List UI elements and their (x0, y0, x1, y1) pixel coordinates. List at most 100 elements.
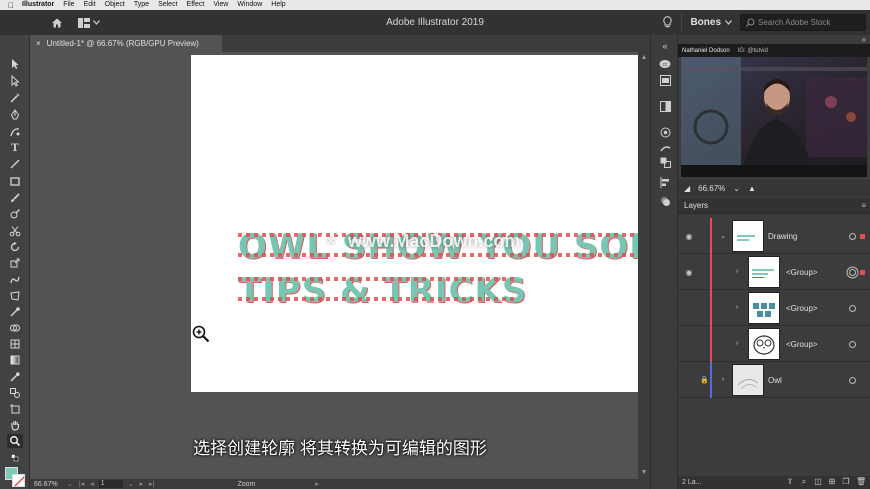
status-menu-icon[interactable]: ▸ (315, 480, 319, 488)
eye-icon[interactable]: ◉ (684, 268, 694, 277)
zoom-dropdown-icon[interactable]: ⌄ (67, 480, 73, 488)
magic-wand-icon[interactable] (7, 91, 23, 105)
menu-type[interactable]: Type (134, 0, 149, 10)
menu-edit[interactable]: Edit (84, 0, 96, 10)
collapse-panels-icon[interactable]: « (658, 39, 672, 52)
selection-indicator[interactable] (860, 234, 865, 239)
warp-tool-icon[interactable] (7, 273, 23, 287)
libraries-icon[interactable]: cc (658, 57, 672, 70)
pathfinder-icon[interactable] (658, 156, 672, 169)
artboard[interactable]: OWL SHOW YOU SOM TIPS & TRICKS (191, 55, 638, 392)
brushes-icon[interactable] (658, 142, 672, 155)
scroll-up-icon[interactable]: ▲ (640, 54, 648, 62)
layer-row-owl[interactable]: 🔒 › Owl (678, 362, 870, 398)
target-circle-icon[interactable] (849, 305, 856, 312)
clipping-mask-icon[interactable]: ◫ (814, 478, 822, 486)
arrange-documents-button[interactable] (78, 17, 100, 28)
target-circle-icon[interactable] (849, 341, 856, 348)
eye-icon[interactable]: ◉ (684, 232, 694, 241)
chevron-down-icon[interactable]: ⌄ (719, 232, 727, 240)
appearance-icon[interactable] (658, 195, 672, 208)
puppet-warp-tool-icon[interactable] (7, 305, 23, 319)
artboard-tool-icon[interactable] (7, 402, 23, 416)
chevron-down-icon[interactable]: ⌄ (733, 184, 740, 193)
type-tool-icon[interactable]: T (7, 141, 23, 155)
new-layer-icon[interactable]: ❐ (842, 478, 850, 486)
workspace-switcher[interactable]: Bones (681, 13, 732, 31)
document-tab[interactable]: × Untitled-1* @ 66.67% (RGB/GPU Preview) (30, 35, 222, 52)
zoom-level-field[interactable]: 66.67% (34, 481, 64, 488)
free-transform-tool-icon[interactable] (7, 289, 23, 303)
menu-file[interactable]: File (63, 0, 74, 10)
rotate-tool-icon[interactable] (7, 240, 23, 254)
navigator-zoom-value[interactable]: 66.67% (698, 184, 725, 193)
stroke-color-swatch[interactable] (12, 474, 25, 487)
default-colors-icon[interactable] (7, 453, 23, 463)
target-circle-icon[interactable] (849, 377, 856, 384)
prev-artboard-icon[interactable]: ◂ (90, 480, 94, 488)
pen-tool-icon[interactable] (7, 108, 23, 122)
layer-name[interactable]: Owl (768, 376, 782, 385)
hand-tool-icon[interactable] (7, 418, 23, 432)
rectangle-tool-icon[interactable] (7, 174, 23, 188)
menu-effect[interactable]: Effect (187, 0, 205, 10)
align-icon[interactable] (658, 176, 672, 189)
scissors-tool-icon[interactable] (7, 224, 23, 238)
layer-row-drawing[interactable]: ◉ ⌄ Drawing (678, 218, 870, 254)
stock-search-input[interactable]: Search Adobe Stock (740, 13, 866, 31)
scale-tool-icon[interactable] (7, 256, 23, 270)
trash-icon[interactable]: 🗑 (856, 478, 866, 486)
last-artboard-icon[interactable]: ▸| (149, 480, 154, 488)
symbols-icon[interactable] (658, 126, 672, 139)
export-icon[interactable]: ⇪ (786, 478, 794, 486)
target-circle-icon[interactable] (849, 233, 856, 240)
direct-selection-tool-icon[interactable] (7, 74, 23, 88)
eyedropper-tool-icon[interactable] (7, 370, 23, 384)
paintbrush-tool-icon[interactable] (7, 191, 23, 205)
locate-object-icon[interactable]: ⌕ (800, 478, 808, 486)
layer-name[interactable]: <Group> (786, 340, 818, 349)
properties-icon[interactable] (658, 74, 672, 87)
menu-help[interactable]: Help (271, 0, 285, 10)
transparency-icon[interactable] (658, 100, 672, 113)
chevron-right-icon[interactable]: › (719, 376, 727, 384)
canvas-area[interactable]: OWL SHOW YOU SOM TIPS & TRICKS ✕ www.Mac… (30, 52, 650, 479)
menu-select[interactable]: Select (158, 0, 177, 10)
menu-view[interactable]: View (213, 0, 228, 10)
vertical-scrollbar[interactable]: ▲ ▼ (638, 52, 650, 479)
shape-builder-tool-icon[interactable] (7, 321, 23, 335)
next-artboard-icon[interactable]: ▸ (140, 480, 144, 488)
new-sublayer-icon[interactable]: ⊞ (828, 478, 836, 486)
layer-name[interactable]: <Group> (786, 268, 818, 277)
lightbulb-icon[interactable] (661, 15, 673, 29)
chevron-right-icon[interactable]: › (733, 340, 741, 348)
layer-row-group-3[interactable]: › <Group> (678, 326, 870, 362)
lock-icon[interactable]: 🔒 (700, 376, 709, 384)
expand-panels-icon[interactable]: » (862, 35, 866, 44)
layer-name[interactable]: Drawing (768, 232, 797, 241)
chevron-right-icon[interactable]: › (733, 268, 741, 276)
mesh-tool-icon[interactable] (7, 337, 23, 351)
layer-name[interactable]: <Group> (786, 304, 818, 313)
artboard-dropdown-icon[interactable]: ⌄ (128, 480, 134, 488)
tab-close-icon[interactable]: × (36, 39, 41, 48)
menu-window[interactable]: Window (237, 0, 262, 10)
hamburger-menu-icon[interactable]: ≡ (861, 201, 866, 210)
selection-indicator[interactable] (860, 270, 865, 275)
menu-object[interactable]: Object (105, 0, 125, 10)
menu-app-name[interactable]: Illustrator (22, 0, 54, 10)
blend-tool-icon[interactable] (7, 386, 23, 400)
target-circle-icon[interactable] (849, 269, 856, 276)
scroll-down-icon[interactable]: ▼ (640, 469, 648, 477)
apple-icon[interactable]:  (6, 0, 16, 10)
layer-row-group-1[interactable]: ◉ › <Group> (678, 254, 870, 290)
shaper-tool-icon[interactable] (7, 207, 23, 221)
chevron-right-icon[interactable]: › (733, 304, 741, 312)
zoom-tool-icon[interactable] (7, 434, 23, 448)
layer-row-group-2[interactable]: › <Group> (678, 290, 870, 326)
gradient-tool-icon[interactable] (7, 353, 23, 367)
layers-panel-title[interactable]: Layers (684, 201, 708, 210)
home-icon[interactable] (50, 16, 64, 30)
mountain-large-icon[interactable]: ▲ (748, 184, 756, 193)
selection-tool-icon[interactable] (7, 57, 23, 71)
